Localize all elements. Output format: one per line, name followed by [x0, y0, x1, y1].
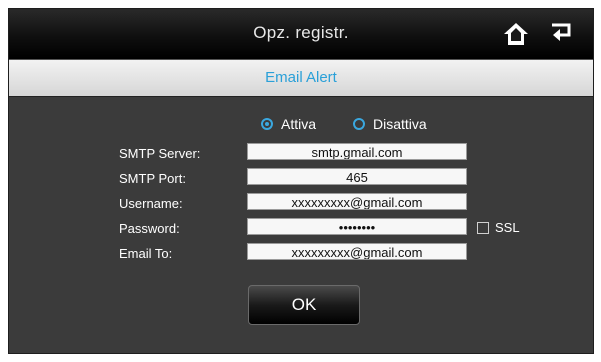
- smtp-port-field[interactable]: 465: [247, 168, 467, 185]
- email-alert-screen: Opz. registr. Email Alert Attiva Disatti…: [8, 8, 594, 354]
- smtp-server-field[interactable]: smtp.gmail.com: [247, 143, 467, 160]
- email-to-field[interactable]: xxxxxxxxx@gmail.com: [247, 243, 467, 260]
- ssl-checkbox[interactable]: [477, 222, 489, 234]
- home-icon[interactable]: [503, 22, 529, 46]
- username-label: Username:: [119, 196, 183, 211]
- section-header: Email Alert: [9, 60, 593, 97]
- section-title: Email Alert: [265, 69, 337, 86]
- ok-button[interactable]: OK: [248, 285, 360, 325]
- password-field[interactable]: ••••••••: [247, 218, 467, 235]
- radio-attiva-label: Attiva: [281, 116, 317, 132]
- radio-disattiva-label: Disattiva: [373, 116, 427, 132]
- radio-disattiva[interactable]: Disattiva: [353, 116, 427, 132]
- radio-unchecked-icon: [353, 118, 365, 130]
- title-bar: Opz. registr.: [9, 9, 593, 60]
- radio-attiva[interactable]: Attiva: [261, 116, 316, 132]
- smtp-port-label: SMTP Port:: [119, 171, 186, 186]
- email-to-label: Email To:: [119, 246, 173, 261]
- password-label: Password:: [119, 221, 180, 236]
- username-field[interactable]: xxxxxxxxx@gmail.com: [247, 193, 467, 210]
- return-icon[interactable]: [549, 22, 573, 46]
- smtp-server-label: SMTP Server:: [119, 146, 201, 161]
- radio-checked-icon: [261, 118, 273, 130]
- ssl-label: SSL: [495, 220, 520, 235]
